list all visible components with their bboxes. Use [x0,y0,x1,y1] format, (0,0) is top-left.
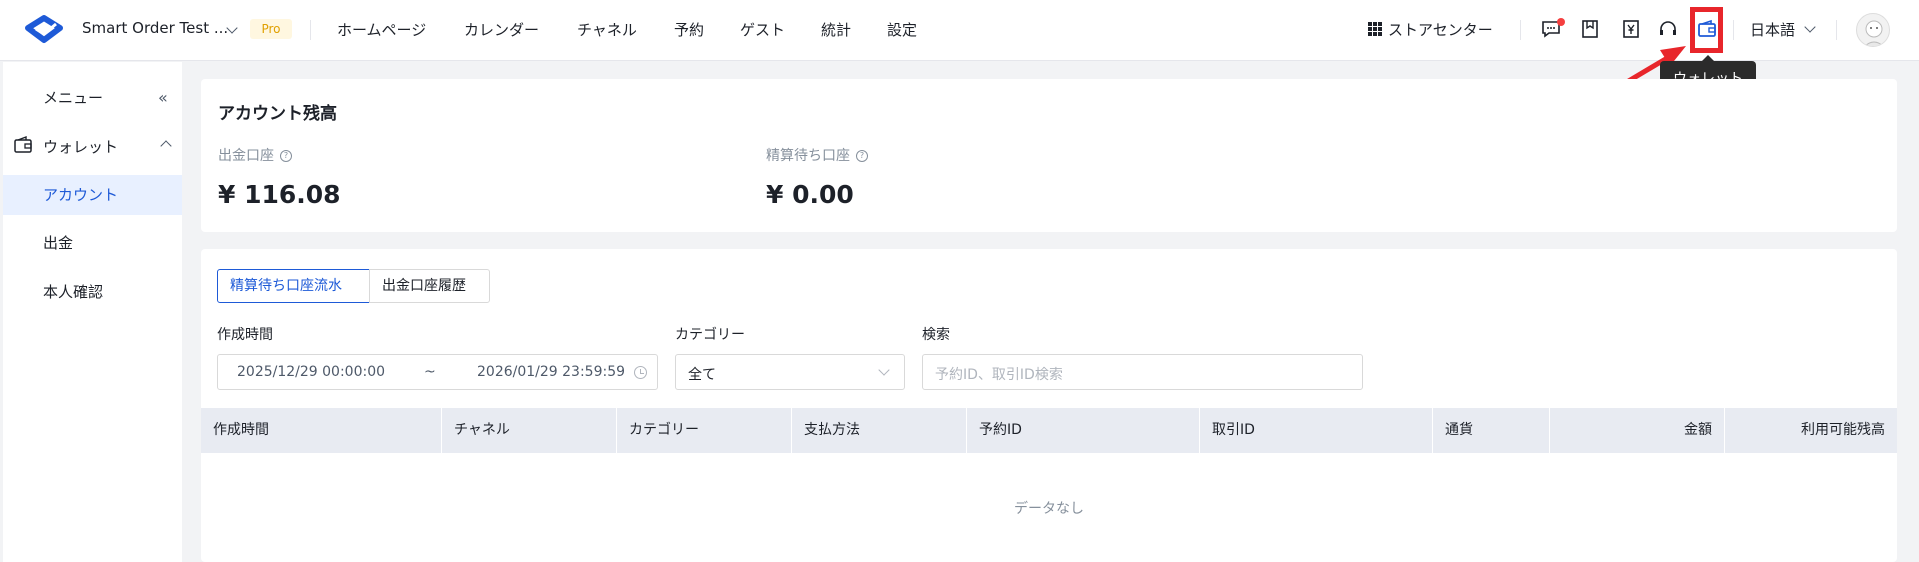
help-icon[interactable]: ? [280,150,292,162]
search-placeholder: 予約ID、取引ID検索 [935,367,1063,383]
column-transaction-id: 取引ID [1199,408,1432,453]
tab-pending-flow[interactable]: 精算待ち口座流水 [217,269,370,303]
divider [310,20,311,40]
category-select[interactable]: 全て [675,354,905,390]
clock-icon [634,366,647,379]
column-available-balance: 利用可能残高 [1724,408,1897,453]
divider [1733,20,1734,40]
transactions-card: 精算待ち口座流水 出金口座履歴 作成時間 2025/12/29 00:00:00… [201,249,1897,562]
table-header: 作成時間 チャネル カテゴリー 支払方法 予約ID 取引ID 通貨 金額 利用可… [201,408,1897,453]
date-end-field[interactable]: 2026/01/29 23:59:59 [477,364,625,380]
withdraw-account-label: 出金口座? [218,145,292,165]
avatar[interactable] [1856,13,1890,47]
search-input[interactable]: 予約ID、取引ID検索 [922,354,1363,390]
date-range-picker[interactable]: 2025/12/29 00:00:00 ~ 2026/01/29 23:59:5… [217,354,658,390]
divider [1836,20,1837,40]
column-currency: 通貨 [1432,408,1549,453]
wallet-icon [14,135,32,153]
created-time-label: 作成時間 [217,327,273,343]
column-reservation-id: 予約ID [966,408,1199,453]
notification-dot [1557,18,1565,26]
sidebar-menu-title: メニュー [43,89,104,107]
language-chevron-icon[interactable] [1804,21,1816,33]
sidebar-item-account[interactable]: アカウント [3,175,182,215]
nav-channel[interactable]: チャネル [577,19,637,40]
search-label: 検索 [922,327,950,343]
nav-settings[interactable]: 設定 [887,19,917,40]
category-selected-value: 全て [688,367,716,383]
nav-guest[interactable]: ゲスト [740,19,785,40]
pending-account-value: ¥ 0.00 [766,180,854,209]
column-category: カテゴリー [616,408,791,453]
language-selector[interactable]: 日本語 [1750,19,1795,40]
sidebar-item-withdraw[interactable]: 出金 [3,223,182,263]
date-range-separator: ~ [424,364,436,380]
nav-home[interactable]: ホームページ [337,19,426,40]
withdraw-account-value: ¥ 116.08 [218,180,341,209]
brand-logo-icon[interactable] [24,12,64,48]
store-name[interactable]: Smart Order Test ... [82,19,228,37]
column-created-time: 作成時間 [213,422,269,438]
sidebar-group-wallet[interactable]: ウォレット [3,129,182,161]
sidebar-item-identity[interactable]: 本人確認 [3,272,182,312]
empty-state: データなし [1014,501,1084,517]
date-start-field[interactable]: 2025/12/29 00:00:00 [237,364,385,380]
category-label: カテゴリー [675,327,745,343]
chevron-up-icon [160,140,172,152]
help-icon[interactable]: ? [856,150,868,162]
avatar-image-icon [1864,20,1884,46]
column-payment-method: 支払方法 [791,408,966,453]
nav-reservation[interactable]: 予約 [674,19,704,40]
divider [1520,20,1521,40]
tab-withdraw-history[interactable]: 出金口座履歴 [369,269,490,303]
store-center-link[interactable]: ストアセンター [1368,19,1493,40]
column-amount: 金額 [1549,408,1724,453]
chevron-down-icon [878,364,890,376]
plan-badge: Pro [250,19,292,39]
nav-statistics[interactable]: 統計 [821,19,851,40]
balance-title: アカウント残高 [218,104,337,124]
balance-card: アカウント残高 出金口座? ¥ 116.08 精算待ち口座? ¥ 0.00 [201,79,1897,232]
column-channel: チャネル [441,408,616,453]
sidebar: メニュー « ウォレット アカウント 出金 本人確認 [3,62,182,562]
pending-account-label: 精算待ち口座? [766,145,868,165]
sidebar-group-label: ウォレット [43,138,119,156]
nav-calendar[interactable]: カレンダー [464,19,539,40]
collapse-sidebar-icon[interactable]: « [158,88,168,107]
